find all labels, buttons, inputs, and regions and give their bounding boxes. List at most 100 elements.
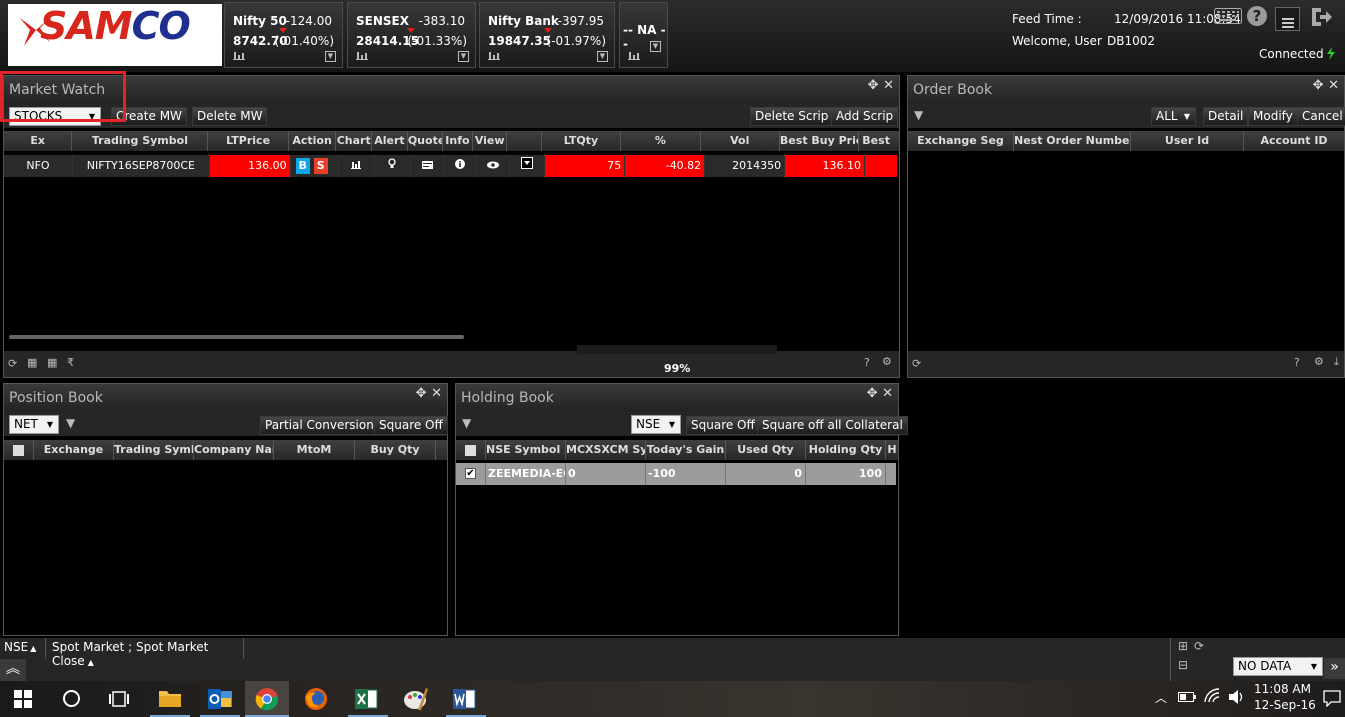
col-info[interactable]: Info	[443, 131, 474, 151]
col-mtom[interactable]: MtoM	[274, 440, 355, 460]
add-scrip-button[interactable]: Add Scrip	[831, 107, 899, 126]
col-ex[interactable]: Ex	[4, 131, 73, 151]
index-ticker-nifty50[interactable]: Nifty 50 -124.00 8742.70 (-01.40%) ▼	[224, 2, 343, 68]
dropdown-icon[interactable]: ▼	[650, 41, 661, 52]
refresh-icon[interactable]: ⟳	[1194, 639, 1204, 653]
tile-view-icon[interactable]: ▦	[47, 356, 57, 369]
windows-start-icon[interactable]	[14, 690, 32, 708]
col-trading-symbol[interactable]: Trading Symb	[114, 440, 194, 460]
help-icon[interactable]: ?	[1294, 356, 1300, 369]
remove-icon[interactable]: ⊟	[1178, 658, 1188, 672]
col-ltprice[interactable]: LTPrice	[208, 131, 289, 151]
chevron-up-icon[interactable]: ︿	[1155, 689, 1167, 706]
table-row[interactable]: NFO NIFTY16SEP8700CE 136.00 B S 75 -40.8…	[4, 155, 897, 177]
buy-button[interactable]: B	[295, 158, 310, 174]
cancel-button[interactable]: Cancel	[1297, 107, 1345, 126]
filter-icon[interactable]: ▼	[462, 416, 471, 430]
chart-icon[interactable]	[233, 50, 245, 60]
index-ticker-na[interactable]: -- NA -- ▼	[619, 2, 668, 68]
filter-icon[interactable]: ▼	[66, 416, 75, 430]
detail-button[interactable]: Detail	[1203, 107, 1249, 126]
col-view[interactable]: View	[473, 131, 508, 151]
filter-icon[interactable]: ▼	[914, 108, 923, 122]
partial-conversion-button[interactable]: Partial Conversion	[260, 416, 379, 435]
index-ticker-sensex[interactable]: SENSEX -383.10 28414.15 (-01.33%) ▼	[347, 2, 476, 68]
select-all-checkbox[interactable]	[4, 440, 34, 460]
col-used-qty[interactable]: Used Qty	[726, 440, 806, 460]
col-quote[interactable]: Quote	[408, 131, 443, 151]
chart-icon[interactable]	[628, 50, 640, 60]
close-icon[interactable]: ✕	[883, 78, 894, 93]
col-h[interactable]: H	[886, 440, 898, 460]
move-icon[interactable]: ✥	[867, 386, 878, 401]
firefox-icon[interactable]	[304, 687, 328, 711]
help-icon[interactable]: ?	[1246, 5, 1268, 27]
excel-icon[interactable]	[354, 687, 378, 711]
expand-right-icon[interactable]: »	[1324, 658, 1345, 679]
wifi-icon[interactable]	[1204, 688, 1220, 704]
grid-view-icon[interactable]: ▦	[27, 356, 37, 369]
col-best-buy-price[interactable]: Best Buy Pric	[780, 131, 860, 151]
col-mcxsxcm-symbol[interactable]: MCXSXCM Sy	[566, 440, 646, 460]
col-exchange[interactable]: Exchange	[34, 440, 114, 460]
keyboard-icon[interactable]	[1214, 8, 1242, 24]
square-off-button[interactable]: Square Off	[374, 416, 448, 435]
sell-button[interactable]: S	[313, 158, 328, 174]
index-ticker-niftybank[interactable]: Nifty Bank -397.95 19847.35 (-01.97%) ▼	[479, 2, 615, 68]
status-filter-select[interactable]: ALL ▼	[1151, 107, 1196, 126]
menu-icon[interactable]	[1275, 7, 1300, 31]
volume-icon[interactable]	[1228, 689, 1244, 705]
select-all-checkbox[interactable]	[456, 440, 486, 460]
expand-up-icon[interactable]: ︽	[0, 659, 26, 681]
logout-icon[interactable]	[1309, 6, 1333, 28]
col-todays-gain[interactable]: Today's Gain	[646, 440, 726, 460]
col-trading-symbol[interactable]: Trading Symbol	[72, 131, 209, 151]
col-ltqty[interactable]: LTQty	[542, 131, 622, 151]
outlook-icon[interactable]	[207, 686, 233, 712]
task-view-icon[interactable]	[108, 690, 130, 708]
col-exchange-seg[interactable]: Exchange Seg	[908, 131, 1014, 151]
col-best[interactable]: Best	[859, 131, 899, 151]
col-blank[interactable]	[507, 131, 542, 151]
delete-mw-button[interactable]: Delete MW	[192, 107, 268, 126]
taskbar-time[interactable]: 11:08 AM	[1254, 682, 1311, 696]
col-account-id[interactable]: Account ID	[1244, 131, 1344, 151]
col-buy-qty[interactable]: Buy Qty	[355, 440, 436, 460]
refresh-icon[interactable]: ⟳	[912, 357, 921, 370]
exchange-status[interactable]: NSE ▲	[0, 638, 46, 659]
quote-card-icon[interactable]	[410, 155, 446, 177]
chart-icon[interactable]	[488, 50, 500, 60]
taskbar-date[interactable]: 12-Sep-16	[1254, 698, 1316, 712]
close-icon[interactable]: ✕	[882, 386, 893, 401]
rupee-icon[interactable]: ₹	[67, 356, 74, 369]
move-icon[interactable]: ✥	[416, 386, 427, 401]
add-icon[interactable]: ⊞	[1178, 639, 1188, 653]
settings-gear-icon[interactable]: ⚙	[1314, 355, 1324, 368]
col-nse-symbol[interactable]: NSE Symbol I	[486, 440, 566, 460]
move-icon[interactable]: ✥	[1313, 78, 1324, 93]
chart-icon[interactable]	[338, 155, 375, 177]
dropdown-icon[interactable]: ▼	[597, 51, 608, 62]
col-holding-qty[interactable]: Holding Qty	[806, 440, 886, 460]
chrome-icon[interactable]	[255, 687, 279, 711]
horizontal-scrollbar[interactable]	[9, 335, 464, 339]
help-icon[interactable]: ?	[864, 356, 870, 369]
notifications-icon[interactable]	[1323, 689, 1341, 707]
move-icon[interactable]: ✥	[868, 78, 879, 93]
col-percent[interactable]: %	[621, 131, 701, 151]
col-user-id[interactable]: User Id	[1131, 131, 1244, 151]
refresh-icon[interactable]: ⟳	[8, 357, 17, 370]
battery-icon[interactable]	[1178, 691, 1196, 703]
exchange-select[interactable]: NSE ▼	[631, 415, 681, 434]
market-status[interactable]: Spot Market ; Spot Market Close ▲	[48, 638, 244, 668]
data-select[interactable]: NO DATA ▼	[1233, 657, 1323, 676]
position-type-select[interactable]: NET ▼	[9, 415, 59, 434]
download-icon[interactable]: ⤓	[1334, 355, 1339, 369]
file-explorer-icon[interactable]	[158, 687, 182, 709]
col-alert[interactable]: Alert	[372, 131, 408, 151]
col-action[interactable]: Action	[289, 131, 337, 151]
settings-gear-icon[interactable]: ⚙	[882, 355, 892, 368]
view-eye-icon[interactable]	[476, 155, 511, 177]
dropdown-icon[interactable]: ▼	[458, 51, 469, 62]
info-icon[interactable]	[445, 155, 477, 177]
